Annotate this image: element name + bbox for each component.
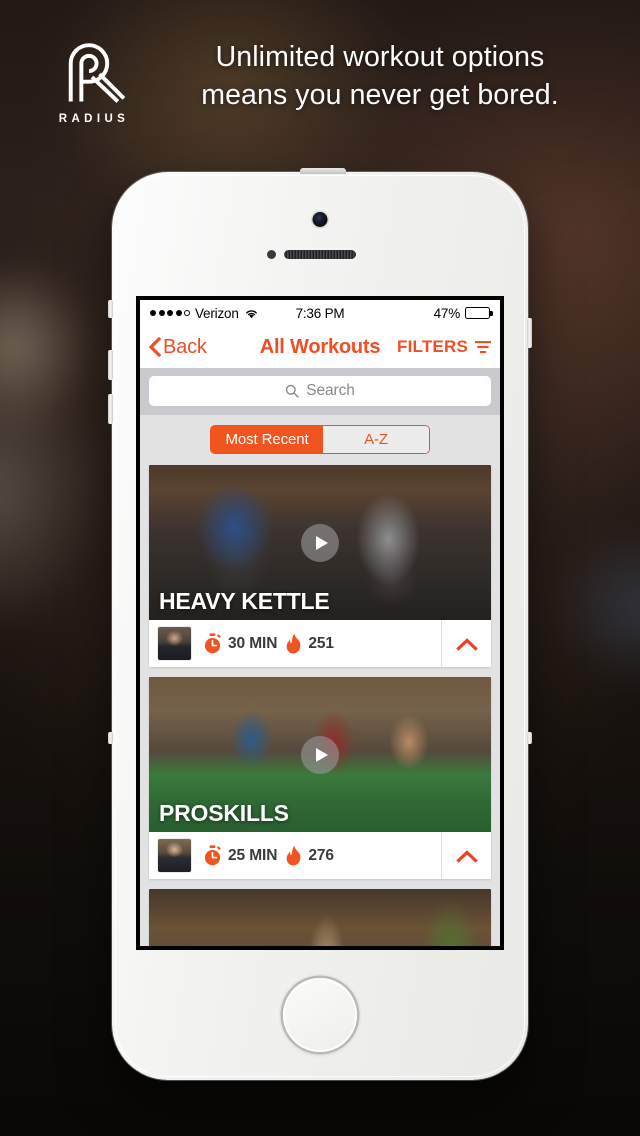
workout-meta-row: 25 MIN 276 xyxy=(149,832,491,879)
carrier-name: Verizon xyxy=(195,305,239,321)
workout-title: HEAVY KETTLE xyxy=(159,588,330,614)
calories-value: 251 xyxy=(308,634,334,652)
promo-screenshot: RADIUS Unlimited workout options means y… xyxy=(0,0,640,1136)
workout-stats: 30 MIN 251 xyxy=(202,633,334,654)
status-bar-left: Verizon xyxy=(150,306,296,321)
battery-percentage: 47% xyxy=(433,305,461,321)
workout-stats: 25 MIN 276 xyxy=(202,845,334,866)
trainer-avatar xyxy=(158,627,191,660)
duration-stat: 30 MIN xyxy=(202,633,277,654)
duration-value: 25 MIN xyxy=(228,846,278,864)
sort-segmented-control: Most Recent A-Z xyxy=(210,425,430,454)
sort-segmented-control-container: Most Recent A-Z xyxy=(140,415,500,465)
brand-wordmark: RADIUS xyxy=(58,113,130,125)
search-icon xyxy=(286,384,299,398)
earpiece-speaker-icon xyxy=(284,250,356,259)
duration-stat: 25 MIN xyxy=(202,845,277,866)
page-title: All Workouts xyxy=(259,335,381,358)
iphone-mockup: Verizon 7:36 PM 47% Back All Workouts FI… xyxy=(108,168,532,1080)
antenna-band-right xyxy=(527,732,532,744)
status-bar-right: 47% xyxy=(344,305,493,321)
workout-thumbnail[interactable]: HEAVY KETTLE xyxy=(149,465,491,620)
workout-meta-row: 30 MIN 251 xyxy=(149,620,491,667)
sort-option-most-recent[interactable]: Most Recent xyxy=(211,426,323,453)
search-placeholder: Search xyxy=(306,382,355,399)
wifi-icon xyxy=(245,309,257,318)
sim-tray xyxy=(527,318,532,348)
chevron-left-icon xyxy=(148,337,161,357)
workout-thumbnail[interactable] xyxy=(149,889,491,946)
volume-down-button[interactable] xyxy=(108,394,113,424)
expand-toggle-button[interactable] xyxy=(441,620,491,667)
radius-logo-icon xyxy=(68,43,126,103)
workout-list[interactable]: HEAVY KETTLE 30 MIN 251 PROSKILLS 25 MIN… xyxy=(140,465,500,946)
play-icon[interactable] xyxy=(301,735,339,774)
filter-lines-icon xyxy=(475,341,491,354)
status-bar: Verizon 7:36 PM 47% xyxy=(140,300,500,326)
home-button[interactable] xyxy=(283,978,357,1052)
calories-stat: 251 xyxy=(284,633,334,654)
calories-stat: 276 xyxy=(284,845,334,866)
promo-headline: Unlimited workout options means you neve… xyxy=(160,38,600,114)
stopwatch-icon xyxy=(204,633,221,654)
chevron-up-icon xyxy=(455,637,478,651)
workout-card[interactable]: PROSKILLS 25 MIN 276 xyxy=(149,677,491,879)
workout-card[interactable] xyxy=(149,889,491,946)
play-icon[interactable] xyxy=(301,523,339,562)
front-camera-icon xyxy=(312,212,328,227)
expand-toggle-button[interactable] xyxy=(441,832,491,879)
calories-value: 276 xyxy=(308,846,334,864)
back-button-label: Back xyxy=(163,335,207,358)
signal-strength-icon xyxy=(150,310,190,316)
thumbnail-image xyxy=(149,889,491,946)
status-bar-clock: 7:36 PM xyxy=(295,305,345,321)
stopwatch-icon xyxy=(204,845,221,866)
flame-icon xyxy=(287,845,301,866)
workout-title: PROSKILLS xyxy=(159,800,289,826)
search-input[interactable]: Search xyxy=(149,376,491,406)
duration-value: 30 MIN xyxy=(228,634,278,652)
workout-card[interactable]: HEAVY KETTLE 30 MIN 251 xyxy=(149,465,491,667)
workout-thumbnail[interactable]: PROSKILLS xyxy=(149,677,491,832)
antenna-band-left xyxy=(108,732,113,744)
trainer-avatar xyxy=(158,839,191,872)
filters-button-label: FILTERS xyxy=(397,337,468,356)
power-button[interactable] xyxy=(300,168,346,174)
navigation-bar: Back All Workouts FILTERS xyxy=(140,326,500,368)
phone-screen: Verizon 7:36 PM 47% Back All Workouts FI… xyxy=(136,296,504,950)
search-bar-container: Search xyxy=(140,368,500,415)
flame-icon xyxy=(287,633,301,654)
chevron-up-icon xyxy=(455,849,478,863)
volume-up-button[interactable] xyxy=(108,350,113,380)
brand-logo: RADIUS xyxy=(44,30,140,125)
proximity-sensor-icon xyxy=(267,250,276,259)
headline-line-1: Unlimited workout options xyxy=(215,41,545,73)
battery-icon xyxy=(465,307,493,319)
headline-line-2: means you never get bored. xyxy=(201,79,559,111)
mute-switch[interactable] xyxy=(108,300,113,318)
filters-button[interactable]: FILTERS xyxy=(397,337,492,357)
app-viewport: Verizon 7:36 PM 47% Back All Workouts FI… xyxy=(140,300,500,946)
back-button[interactable]: Back xyxy=(148,336,207,359)
sort-option-a-z[interactable]: A-Z xyxy=(323,426,429,453)
